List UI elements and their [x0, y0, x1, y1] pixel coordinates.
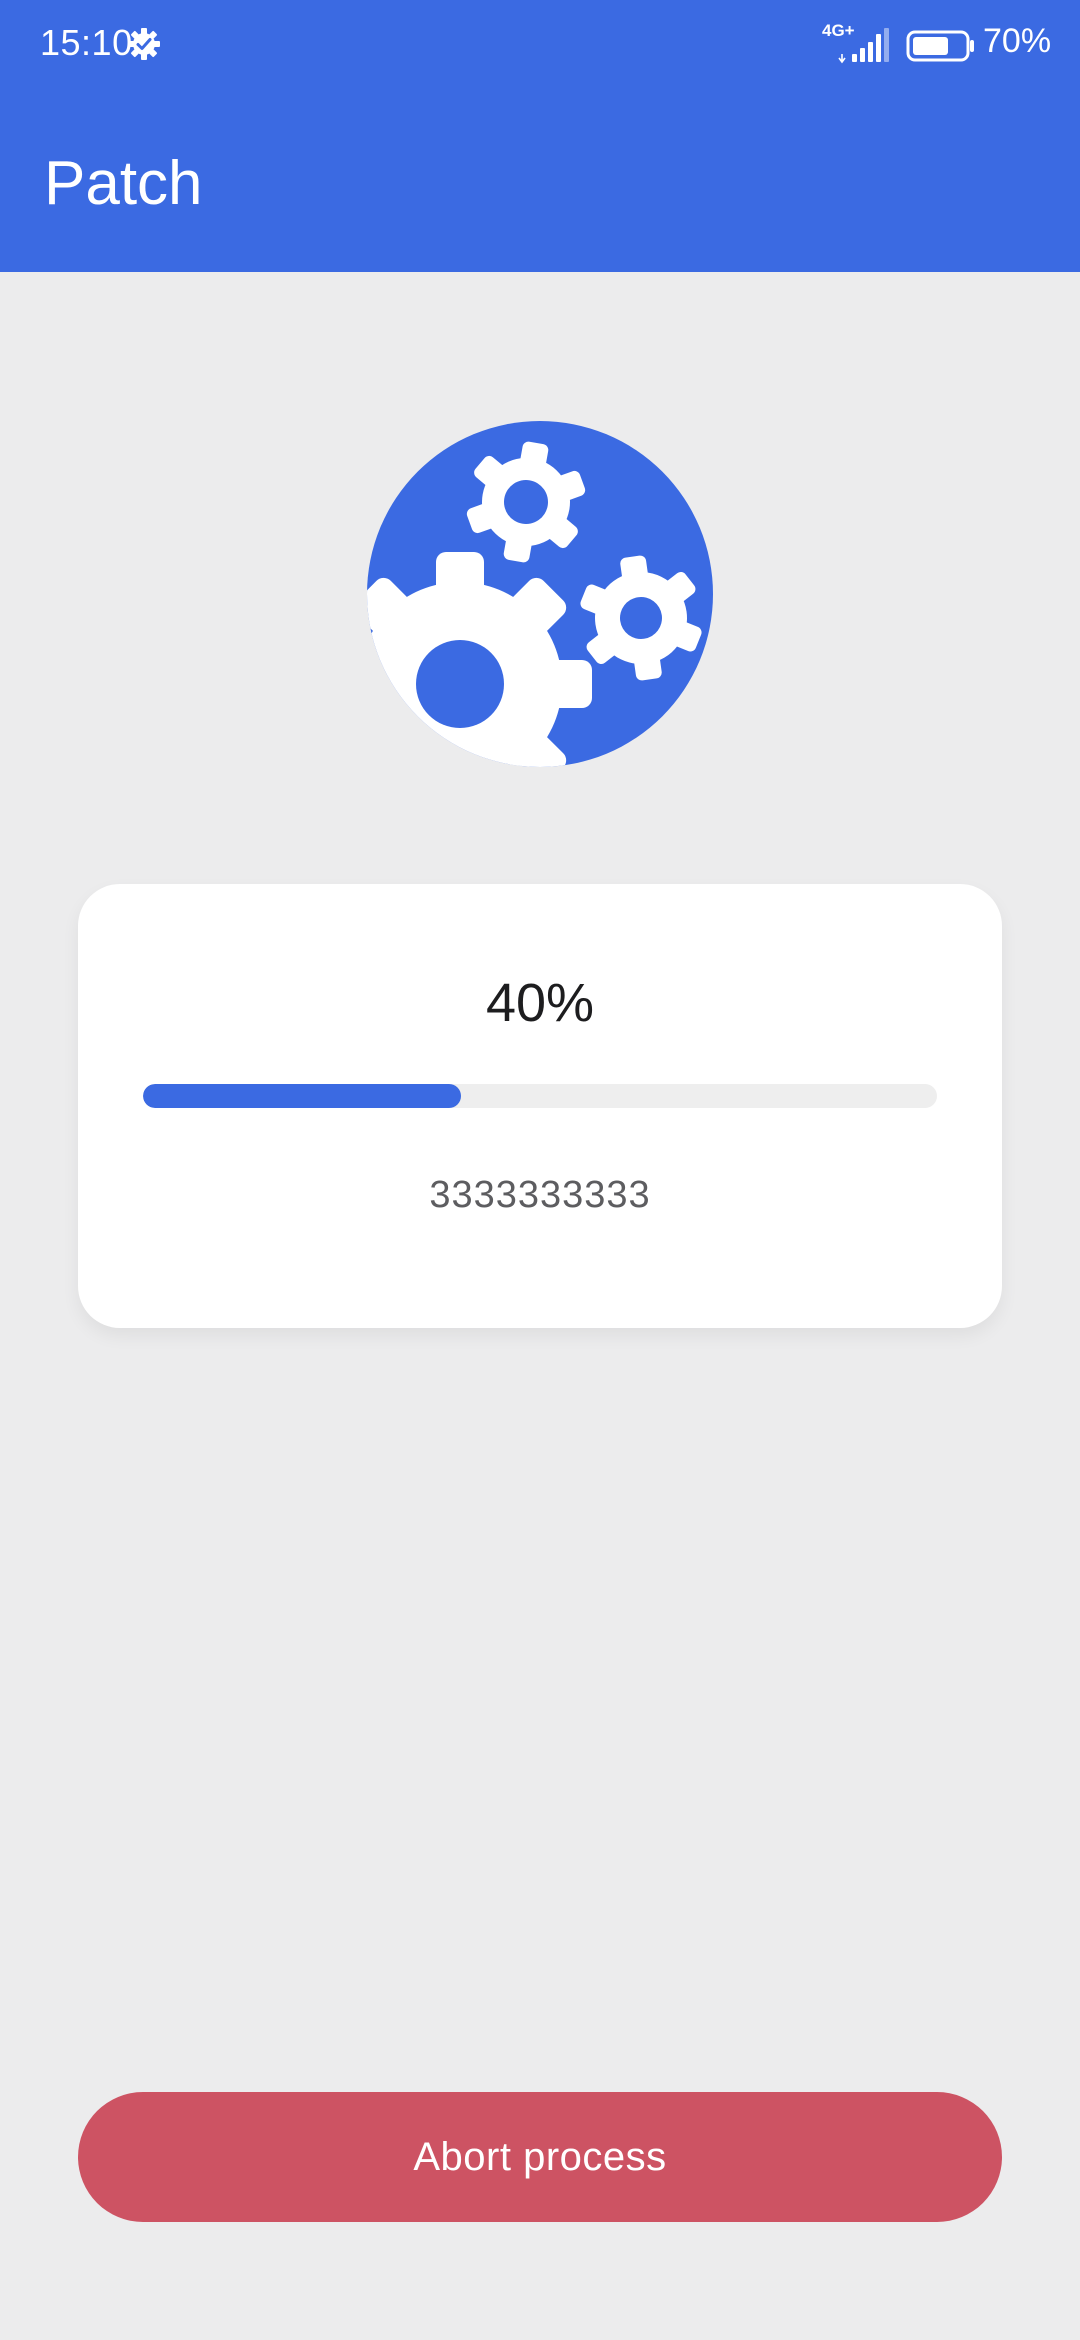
- app-bar: 15:10 4G+ 70% Patch: [0, 0, 1080, 272]
- status-bar: 15:10 4G+ 70%: [0, 0, 1080, 92]
- progress-bar-fill: [143, 1084, 461, 1108]
- battery-percent: 70%: [983, 22, 1052, 60]
- abort-process-button[interactable]: Abort process: [78, 2092, 1002, 2222]
- status-time: 15:10: [40, 22, 133, 63]
- progress-bar: [143, 1084, 937, 1108]
- progress-percent: 40%: [485, 973, 595, 1033]
- progress-card: 40% 3333333333: [78, 884, 1002, 1328]
- settings-gear-icon: [128, 28, 160, 60]
- progress-status-text: 3333333333: [429, 1174, 651, 1216]
- signal-icon: [838, 28, 889, 64]
- page-title: Patch: [44, 149, 203, 218]
- gears-icon: [367, 421, 713, 767]
- battery-icon: [906, 30, 974, 62]
